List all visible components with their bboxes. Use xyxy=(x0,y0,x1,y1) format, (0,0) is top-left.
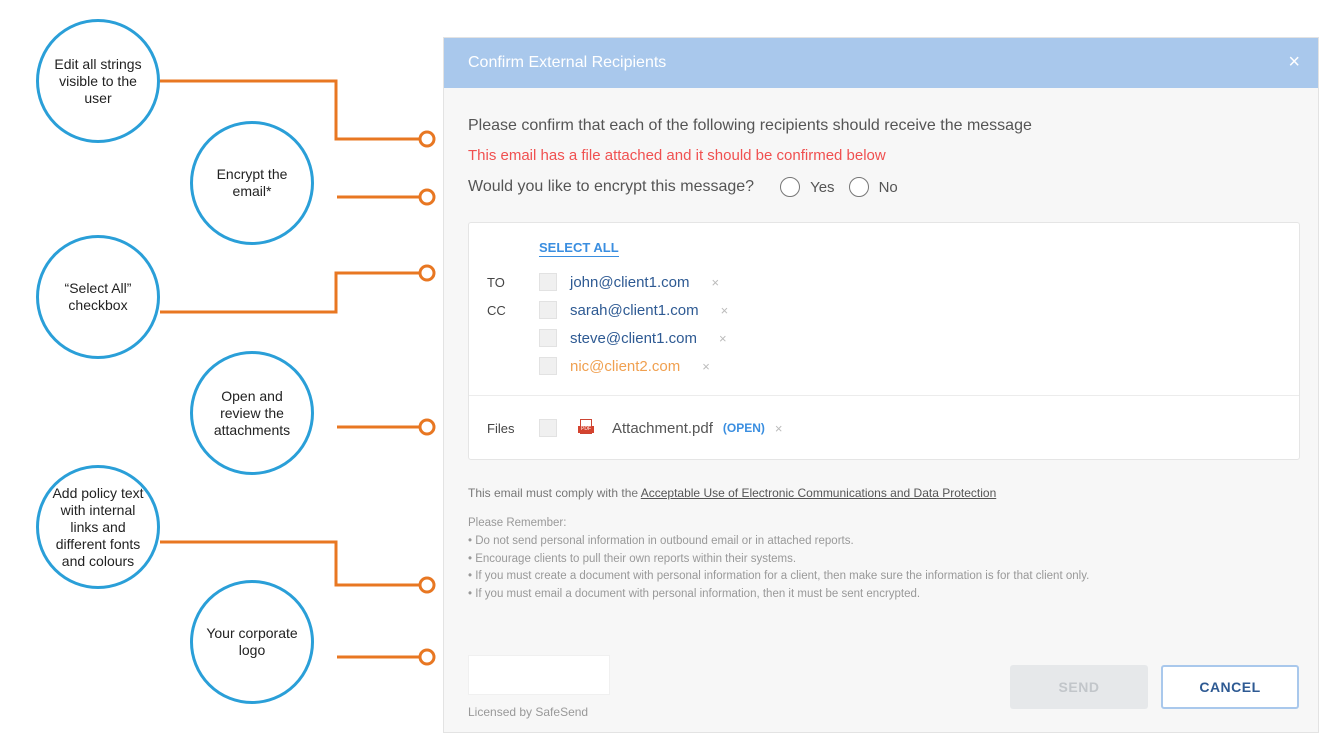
corporate-logo-placeholder xyxy=(468,655,610,695)
policy-link[interactable]: Acceptable Use of Electronic Communicati… xyxy=(641,486,997,500)
recipient-email: steve@client1.com xyxy=(570,329,697,347)
remove-attachment-icon[interactable]: × xyxy=(775,421,783,436)
attachment-warning: This email has a file attached and it sh… xyxy=(468,147,886,164)
policy-prefix: This email must comply with the xyxy=(468,486,641,500)
recipient-type: CC xyxy=(487,302,506,318)
recipient-checkbox[interactable] xyxy=(539,329,557,347)
dialog-body: Please confirm that each of the followin… xyxy=(444,117,1318,603)
recipient-checkbox[interactable] xyxy=(539,357,557,375)
confirm-instruction: Please confirm that each of the followin… xyxy=(468,117,1032,134)
cancel-button[interactable]: CANCEL xyxy=(1161,665,1299,709)
policy-bullet: • If you must email a document with pers… xyxy=(468,587,921,600)
close-icon[interactable]: × xyxy=(1288,51,1300,74)
encrypt-yes-radio[interactable]: Yes xyxy=(780,177,835,197)
recipient-email: john@client1.com xyxy=(570,273,690,291)
recipient-row: TO john@client1.com × xyxy=(469,272,719,292)
remember-title: Please Remember: xyxy=(468,517,567,529)
radio-circle-icon[interactable] xyxy=(780,177,801,197)
recipient-email: sarah@client1.com xyxy=(570,301,699,319)
recipient-row: nic@client2.com × xyxy=(469,356,710,376)
radio-circle-icon[interactable] xyxy=(848,177,869,197)
recipient-checkbox[interactable] xyxy=(539,273,557,291)
callout-text: Edit all strings visible to the user xyxy=(54,55,142,106)
callout-encrypt: Encrypt the email* xyxy=(190,121,314,245)
open-attachment-link[interactable]: (OPEN) xyxy=(723,421,765,435)
callout-logo: Your corporate logo xyxy=(190,580,314,704)
remove-recipient-icon[interactable]: × xyxy=(719,331,727,346)
remove-recipient-icon[interactable]: × xyxy=(721,303,729,318)
encrypt-no-radio[interactable]: No xyxy=(848,177,898,197)
policy-bullets: • Do not send personal information in ou… xyxy=(468,533,1294,603)
remove-recipient-icon[interactable]: × xyxy=(702,359,710,374)
callout-text: Encrypt the email* xyxy=(216,166,288,199)
recipient-row: steve@client1.com × xyxy=(469,328,727,348)
callout-text: “Select All” checkbox xyxy=(64,280,132,313)
licensed-by: Licensed by SafeSend xyxy=(468,705,589,719)
encrypt-row: Would you like to encrypt this message? … xyxy=(468,177,1294,197)
pdf-file-icon: PDF xyxy=(578,419,594,437)
policy-bullet: • Encourage clients to pull their own re… xyxy=(468,552,797,565)
encrypt-question: Would you like to encrypt this message? xyxy=(468,178,755,195)
confirm-recipients-dialog: Confirm External Recipients × Please con… xyxy=(443,37,1319,733)
attachment-checkbox[interactable] xyxy=(539,419,557,437)
divider xyxy=(469,395,1299,396)
policy-bullet: • If you must create a document with per… xyxy=(468,570,1090,582)
send-button[interactable]: SEND xyxy=(1010,665,1148,709)
files-label: Files xyxy=(487,420,515,436)
attachment-row: Files PDF Attachment.pdf (OPEN) × xyxy=(469,418,783,438)
dialog-title: Confirm External Recipients xyxy=(468,54,667,71)
recipient-checkbox[interactable] xyxy=(539,301,557,319)
recipients-panel: SELECT ALL TO john@client1.com × CC sara… xyxy=(468,222,1300,460)
remove-recipient-icon[interactable]: × xyxy=(711,275,719,290)
dialog-header: Confirm External Recipients × xyxy=(444,38,1318,88)
radio-label: Yes xyxy=(810,178,835,196)
callout-edit-strings: Edit all strings visible to the user xyxy=(36,19,160,143)
callout-text: Add policy text with internal links and … xyxy=(52,484,144,569)
callout-select-all: “Select All” checkbox xyxy=(36,235,160,359)
policy-bullet: • Do not send personal information in ou… xyxy=(468,535,854,547)
select-all-link[interactable]: SELECT ALL xyxy=(539,240,619,257)
radio-label: No xyxy=(878,178,898,196)
callout-attachments: Open and review the attachments xyxy=(190,351,314,475)
callout-text: Open and review the attachments xyxy=(213,387,291,438)
callout-text: Your corporate logo xyxy=(206,625,298,658)
attachment-name: Attachment.pdf xyxy=(612,419,713,437)
recipient-type: TO xyxy=(487,274,505,290)
policy-text: This email must comply with the Acceptab… xyxy=(468,486,1294,500)
callout-policy-text: Add policy text with internal links and … xyxy=(36,465,160,589)
recipient-email-external: nic@client2.com xyxy=(570,357,681,375)
recipient-row: CC sarah@client1.com × xyxy=(469,300,728,320)
